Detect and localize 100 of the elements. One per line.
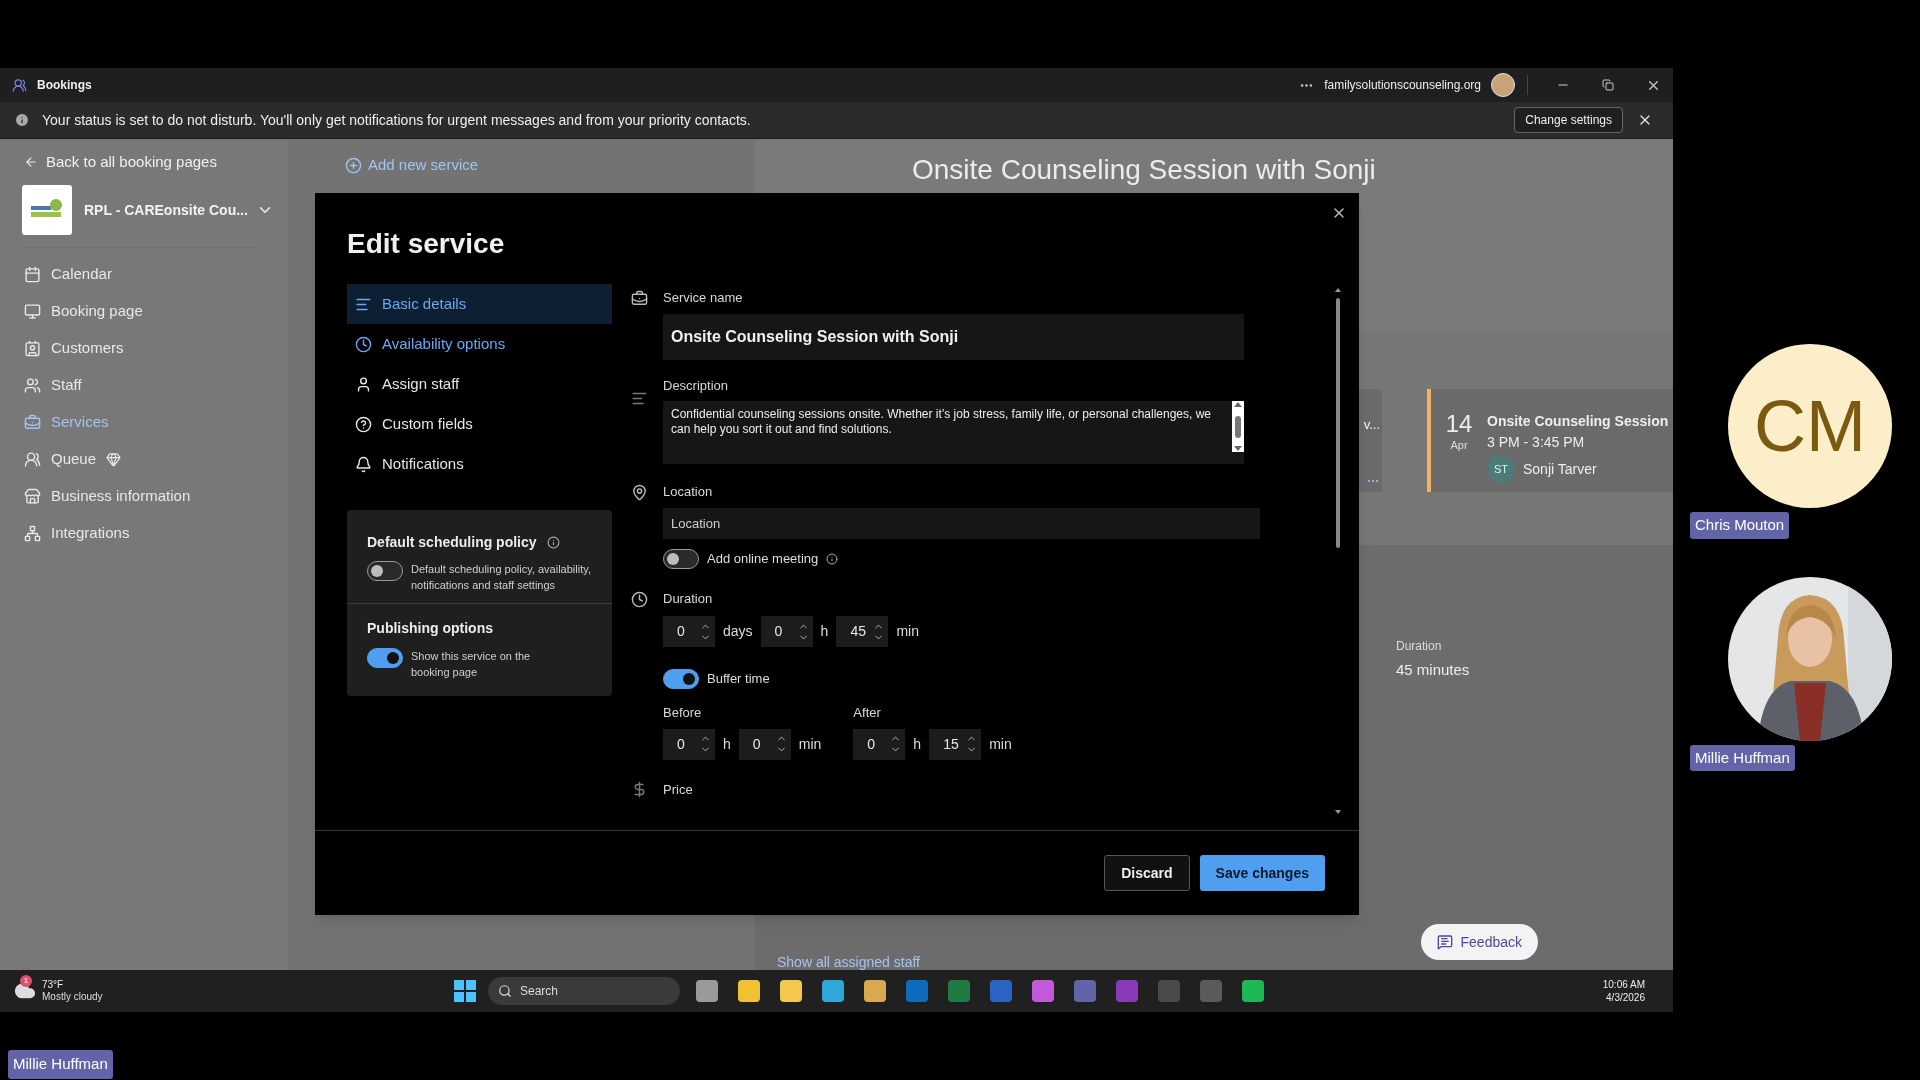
- app-icon[interactable]: [990, 980, 1012, 1002]
- avatar-icon[interactable]: [1491, 73, 1515, 97]
- nav-tab[interactable]: Basic details: [347, 284, 612, 324]
- field-label: After: [853, 704, 882, 722]
- number-field[interactable]: 0: [853, 728, 906, 760]
- weather-condition: Mostly cloudy: [42, 991, 103, 1003]
- sidebar-item[interactable]: Integrations: [24, 515, 264, 552]
- buffer-toggle[interactable]: [663, 669, 699, 689]
- service-name-field[interactable]: Onsite Counseling Session with Sonji: [663, 313, 1244, 360]
- business-name[interactable]: RPL - CAREonsite Cou...: [84, 199, 248, 221]
- staff-avatar: ST: [1487, 455, 1515, 483]
- app-icon[interactable]: [948, 980, 970, 1002]
- app-icon[interactable]: [1032, 980, 1054, 1002]
- people-icon: [24, 451, 41, 468]
- unit-label: h: [820, 622, 829, 641]
- field-label: Description: [663, 376, 730, 395]
- scrollbar-thumb[interactable]: [1336, 298, 1340, 548]
- account-name: familysolutionscounseling.org: [1324, 77, 1481, 94]
- field-label: Location: [663, 483, 714, 501]
- field-label: Duration: [663, 589, 714, 608]
- taskbar-search[interactable]: Search: [488, 977, 680, 1005]
- store-icon: [24, 488, 41, 505]
- policy-title: Default scheduling policy: [367, 533, 537, 552]
- field-label: Price: [663, 780, 693, 799]
- participant-avatar: CM: [1728, 344, 1892, 508]
- sidebar-item[interactable]: Business information: [24, 478, 264, 515]
- scrollbar[interactable]: [1232, 401, 1244, 452]
- staff-name: Sonji Tarver: [1523, 459, 1597, 479]
- clock-time: 10:06 AM: [1602, 978, 1645, 991]
- appointment-time: 3 PM - 3:45 PM: [1487, 433, 1586, 452]
- appointment-card[interactable]: 14 Apr Onsite Counseling Session 3 PM - 3:45 PM ST Sonji Tarver: [1427, 389, 1673, 492]
- publishing-toggle[interactable]: [367, 648, 403, 668]
- unit-label: h: [723, 734, 731, 754]
- app-icon[interactable]: [780, 980, 802, 1002]
- question-icon: [355, 415, 372, 433]
- number-field[interactable]: 0: [738, 728, 791, 760]
- save-changes-button[interactable]: Save changes: [1199, 855, 1325, 891]
- number-field[interactable]: 15: [929, 728, 982, 760]
- bell-icon: [355, 455, 372, 473]
- toggle-label: Add online meeting: [707, 549, 819, 568]
- number-field[interactable]: 45: [836, 616, 889, 647]
- search-icon: [498, 984, 512, 998]
- online-meeting-toggle[interactable]: [663, 548, 699, 569]
- unit-label: min: [896, 622, 919, 641]
- briefcase-icon: [24, 414, 41, 431]
- add-icon[interactable]: [345, 156, 362, 174]
- app-icon[interactable]: [822, 980, 844, 1002]
- back-link[interactable]: Back to all booking pages: [46, 150, 217, 174]
- calendar-icon: [24, 266, 41, 283]
- sidebar-item[interactable]: Queue: [24, 441, 264, 478]
- feedback-button[interactable]: Feedback: [1420, 924, 1538, 960]
- description-field[interactable]: Confidential counseling sessions onsite. Whether it’s job stress, family life, or personal challenges, we can help you sort it out and find solutions.: [663, 401, 1244, 464]
- policy-toggle[interactable]: [367, 561, 403, 581]
- clock-date: 4/3/2026: [1606, 991, 1645, 1004]
- sidebar-item[interactable]: Calendar: [24, 256, 264, 293]
- field-label: Before: [663, 704, 703, 722]
- service-title: Onsite Counseling Session with Sonji: [912, 154, 1376, 185]
- unit-label: min: [989, 734, 1012, 754]
- sidebar-item[interactable]: Customers: [24, 330, 264, 367]
- start-icon[interactable]: [454, 980, 476, 1002]
- participant-name: Chris Mouton: [1690, 512, 1790, 539]
- app-icon[interactable]: [906, 980, 928, 1002]
- window-title: Bookings: [37, 77, 92, 94]
- duration-value: 45 minutes: [1396, 660, 1471, 680]
- info-icon[interactable]: [826, 552, 839, 565]
- date-month: Apr: [1450, 438, 1468, 453]
- toggle-label: Buffer time: [707, 670, 770, 689]
- restore-icon[interactable]: [1602, 79, 1614, 91]
- app-icon[interactable]: [1074, 980, 1096, 1002]
- scroll-up-icon[interactable]: [1335, 288, 1341, 292]
- presenter-name: Millie Huffman: [8, 1050, 113, 1079]
- people-icon: [24, 377, 41, 394]
- publishing-title: Publishing options: [367, 620, 493, 636]
- network-icon: [24, 525, 41, 542]
- app-icon[interactable]: [1116, 980, 1138, 1002]
- briefcase-icon: [631, 290, 648, 307]
- feedback-icon: [1436, 934, 1453, 950]
- policy-description: Default scheduling policy, availability, notifications and staff settings: [411, 562, 592, 593]
- field-label: Service name: [663, 289, 744, 307]
- app-icon[interactable]: [738, 980, 760, 1002]
- notification-message: Your status is set to do not disturb. You'll only get notifications for urgent messages and from your priority contacts.: [42, 110, 751, 130]
- sidebar-item[interactable]: Staff: [24, 367, 264, 404]
- app-logo-icon: [12, 77, 27, 93]
- clock-icon: [355, 335, 372, 353]
- app-icon[interactable]: [696, 980, 718, 1002]
- number-field[interactable]: 0: [663, 616, 715, 647]
- location-field[interactable]: Location: [663, 507, 1260, 539]
- app-icon[interactable]: [864, 980, 886, 1002]
- dialog-title: Edit service: [347, 227, 505, 261]
- change-settings-button[interactable]: Change settings: [1514, 107, 1623, 133]
- info-icon[interactable]: [546, 536, 560, 549]
- unit-label: h: [913, 734, 922, 754]
- app-icon[interactable]: [1242, 980, 1264, 1002]
- sidebar-item[interactable]: Booking page: [24, 293, 264, 330]
- location-pin-icon: [631, 484, 648, 501]
- number-field[interactable]: 0: [663, 728, 715, 760]
- scroll-down-icon[interactable]: [1335, 810, 1341, 814]
- discard-button[interactable]: Discard: [1104, 855, 1190, 891]
- monitor-icon: [24, 303, 41, 320]
- number-field[interactable]: 0: [760, 616, 813, 647]
